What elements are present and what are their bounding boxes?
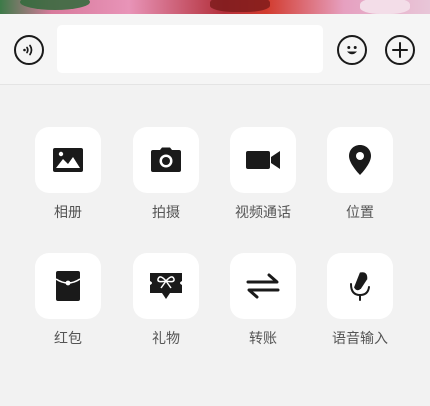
function-panel: 相册 拍摄 视频通话 位置 红包 礼物 转账 语音输入: [0, 85, 430, 406]
location-pin-icon: [349, 145, 371, 175]
chat-background-strip: [0, 0, 430, 14]
panel-item-red-packet[interactable]: 红包: [23, 253, 113, 348]
panel-item-location[interactable]: 位置: [315, 127, 405, 222]
location-label: 位置: [346, 205, 374, 221]
video-call-tile[interactable]: [230, 127, 296, 193]
panel-item-video-call[interactable]: 视频通话: [218, 127, 308, 222]
panel-item-camera[interactable]: 拍摄: [121, 127, 211, 222]
more-functions-button[interactable]: [385, 35, 415, 65]
red-packet-icon: [55, 271, 81, 301]
panel-item-gift[interactable]: 礼物: [121, 253, 211, 348]
camera-icon: [151, 147, 181, 172]
message-input[interactable]: [57, 25, 323, 73]
gift-label: 礼物: [152, 331, 180, 347]
voice-mode-button[interactable]: [14, 35, 44, 65]
red-packet-tile[interactable]: [35, 253, 101, 319]
panel-item-album[interactable]: 相册: [23, 127, 113, 222]
gift-icon: [150, 273, 182, 299]
camera-label: 拍摄: [152, 205, 180, 221]
transfer-label: 转账: [249, 331, 277, 347]
panel-item-transfer[interactable]: 转账: [218, 253, 308, 348]
plus-icon: [392, 42, 408, 58]
emoji-icon: [347, 46, 357, 55]
red-packet-label: 红包: [54, 331, 82, 347]
video-call-label: 视频通话: [235, 205, 291, 221]
location-tile[interactable]: [327, 127, 393, 193]
transfer-icon: [246, 273, 280, 299]
voice-input-icon: [350, 272, 370, 301]
video-call-icon: [246, 151, 280, 169]
transfer-tile[interactable]: [230, 253, 296, 319]
voice-input-label: 语音输入: [332, 331, 388, 347]
emoji-button[interactable]: [337, 35, 367, 65]
panel-item-voice-input[interactable]: 语音输入: [315, 253, 405, 348]
gift-tile[interactable]: [133, 253, 199, 319]
photo-album-icon: [53, 148, 83, 172]
album-label: 相册: [54, 205, 82, 221]
message-input-bar: [0, 14, 430, 85]
voice-mode-icon: [23, 44, 33, 56]
voice-input-tile[interactable]: [327, 253, 393, 319]
album-tile[interactable]: [35, 127, 101, 193]
camera-tile[interactable]: [133, 127, 199, 193]
